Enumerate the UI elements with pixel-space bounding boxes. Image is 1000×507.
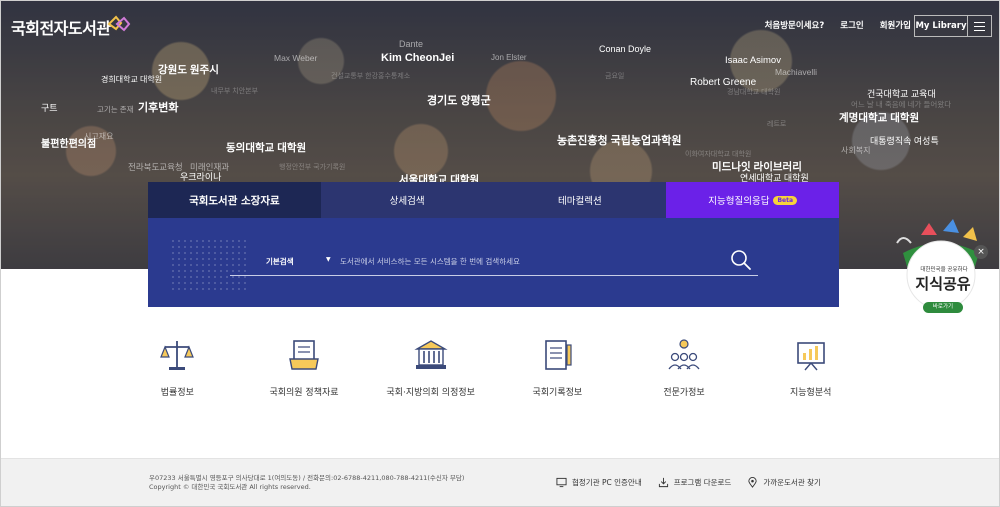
shortcut-law[interactable]: 법률정보	[114, 335, 241, 405]
footer-address: 우07233 서울특별시 영등포구 의사당대로 1(여의도동) / 전화문의:0…	[149, 474, 465, 482]
badge-title[interactable]: 지식공유	[901, 273, 985, 294]
shortcut-analysis[interactable]: 지능형분석	[747, 335, 874, 405]
download-icon	[658, 477, 668, 488]
my-library-button[interactable]: My Library	[914, 15, 968, 37]
dropdown-arrow-icon[interactable]: ▼	[326, 256, 331, 263]
keyword[interactable]: 레트로	[767, 119, 786, 129]
tab-advanced-search[interactable]: 상세검색	[320, 182, 494, 218]
tab-theme-collection[interactable]: 테마컬렉션	[493, 182, 667, 218]
footer-copyright: Copyright © 대한민국 국회도서관 All rights reserv…	[149, 483, 311, 491]
shortcut-assembly-info[interactable]: 국회·지방의회 의정정보	[367, 335, 494, 405]
keyword[interactable]: 금요일	[605, 71, 624, 81]
first-visit-link[interactable]: 처음방문이세요?	[765, 19, 825, 31]
location-pin-icon	[748, 477, 757, 488]
scales-icon	[160, 341, 195, 370]
knowledge-share-badge-icon[interactable]	[893, 213, 989, 313]
keyword[interactable]: 경희대학교 대학원	[101, 74, 162, 85]
keyword[interactable]: 기후변화	[138, 99, 178, 115]
badge-close-button[interactable]: ×	[974, 245, 988, 259]
badge-subtitle: 대한민국을 공유하다	[920, 267, 968, 273]
search-tabs: 국회도서관 소장자료 상세검색 테마컬렉션 지능형질의응답 Beta	[148, 182, 839, 218]
records-notepad-icon	[545, 340, 572, 370]
search-input[interactable]	[340, 252, 710, 270]
search-panel: 기본검색 ▼	[148, 218, 839, 307]
experts-icon	[668, 339, 700, 370]
footer-links: 협정기관 PC 인증안내 프로그램 다운로드 가까운도서관 찾기	[556, 477, 821, 488]
nearby-library-link[interactable]: 가까운도서관 찾기	[747, 477, 821, 488]
monitor-icon	[556, 477, 567, 488]
logo-mark-icon	[107, 15, 131, 32]
keyword[interactable]: 이화여자대학교 대학원	[685, 149, 751, 159]
keyword[interactable]: 농촌진흥청 국립농업과학원	[557, 132, 682, 148]
shortcut-experts[interactable]: 전문가정보	[621, 335, 748, 405]
keyword[interactable]: Jon Elster	[491, 53, 527, 62]
keyword[interactable]: 내무부 치안본부	[211, 86, 258, 96]
site-logo[interactable]: 국회전자도서관	[11, 15, 111, 39]
search-type-select[interactable]: 기본검색	[266, 256, 294, 267]
signup-link[interactable]: 회원가입	[880, 19, 911, 31]
top-links: 처음방문이세요? 로그인 회원가입	[765, 19, 911, 31]
keyword[interactable]: 행정안전부 국가기록원	[279, 162, 345, 172]
keyword[interactable]: 계명대학교 대학원	[839, 110, 919, 125]
top-bar: 국회전자도서관 처음방문이세요? 로그인 회원가입 My Library	[1, 1, 999, 47]
shortcut-records[interactable]: 국회기록정보	[494, 335, 621, 405]
hamburger-icon	[974, 21, 985, 23]
keyword[interactable]: 경기도 양평군	[427, 92, 491, 108]
footer-address-block: 우07233 서울특별시 영등포구 의사당대로 1(여의도동) / 전화문의:0…	[149, 474, 464, 492]
keyword[interactable]: Machiavelli	[775, 67, 817, 77]
beta-badge: Beta	[773, 195, 797, 205]
keyword[interactable]: 경남대학교 대학원	[727, 87, 780, 97]
login-link[interactable]: 로그인	[840, 19, 863, 31]
keyword[interactable]: 시고재요	[84, 131, 113, 142]
page: Dante Kim CheonJei Max Weber Jon Elster …	[0, 0, 1000, 507]
keyword[interactable]: 강원도 원주시	[158, 62, 219, 77]
keyword[interactable]: 어느 날 내 죽음에 네가 들어왔다	[851, 99, 951, 110]
search-bar: 기본검색 ▼	[230, 246, 758, 276]
analysis-chart-icon	[796, 342, 825, 371]
search-icon[interactable]	[728, 248, 754, 272]
program-download-link[interactable]: 프로그램 다운로드	[658, 477, 731, 488]
keyword[interactable]: 고기는 존재	[97, 104, 134, 115]
keyword[interactable]: 구트	[41, 101, 58, 114]
footer: 우07233 서울특별시 영등포구 의사당대로 1(여의도동) / 전화문의:0…	[1, 458, 999, 506]
keyword[interactable]: 대통령직속 여성특	[870, 134, 939, 147]
shortcut-list: 법률정보 국회의원 정책자료 국회·지방의회 의정정보 국회기록정보 전문가정보…	[114, 335, 874, 405]
keyword[interactable]: 전라북도교육청	[128, 161, 183, 173]
keyword[interactable]: Kim CheonJei	[381, 52, 454, 64]
keyword[interactable]: 사회복지	[841, 145, 870, 156]
pc-auth-link[interactable]: 협정기관 PC 인증안내	[556, 477, 642, 488]
tab-ai-qa[interactable]: 지능형질의응답 Beta	[666, 182, 839, 218]
tab-collection[interactable]: 국회도서관 소장자료	[148, 182, 321, 218]
keyword[interactable]: Max Weber	[274, 53, 317, 63]
keyword[interactable]: Isaac Asimov	[725, 55, 781, 66]
shortcut-member-policy[interactable]: 국회의원 정책자료	[241, 335, 368, 405]
policy-document-icon	[289, 340, 319, 370]
badge-go-button[interactable]: 바로가기	[923, 302, 963, 313]
menu-button[interactable]	[968, 15, 992, 37]
assembly-building-icon	[414, 340, 448, 369]
keyword[interactable]: 건설교통부 한강홍수통제소	[331, 71, 410, 81]
keyword[interactable]: 동의대학교 대학원	[226, 140, 306, 155]
